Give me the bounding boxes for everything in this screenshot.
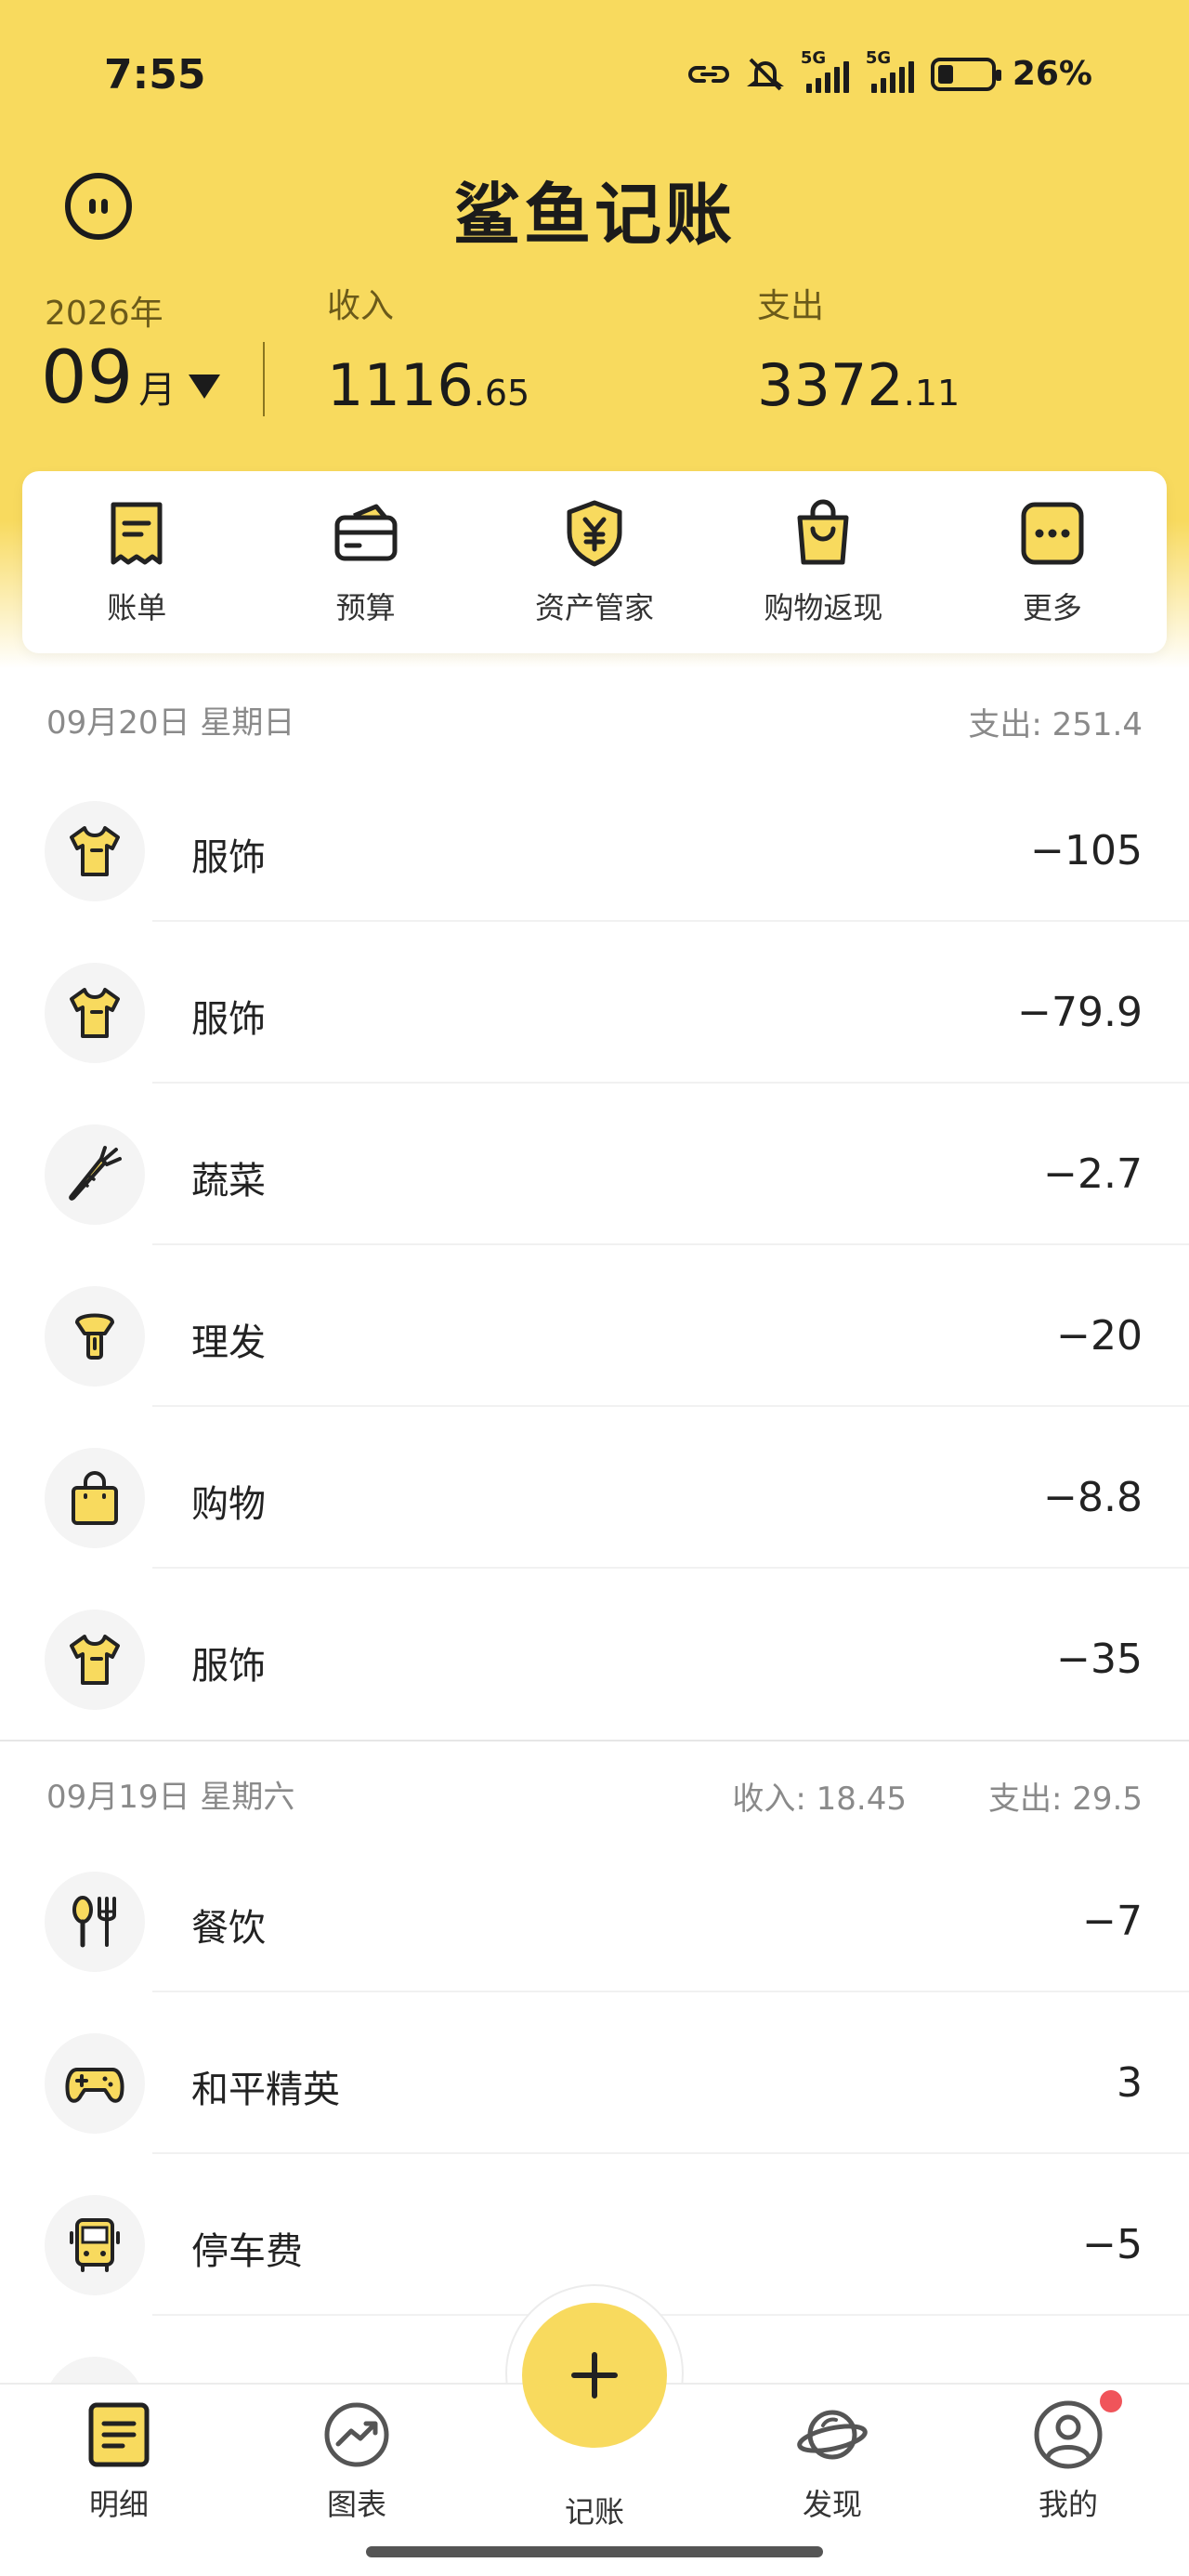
category-label: 蔬菜 bbox=[191, 1160, 266, 1203]
notification-badge bbox=[1100, 2390, 1122, 2412]
bag-icon bbox=[45, 1448, 145, 1548]
wallet-icon bbox=[334, 504, 398, 561]
quick-menu: 账单 预算 资产管家 购物返现 更多 bbox=[22, 471, 1167, 653]
list-item[interactable]: 购物 −8.8 bbox=[0, 1407, 1189, 1569]
category-label: 餐饮 bbox=[191, 1907, 266, 1950]
day-date: 09月20日 星期日 bbox=[46, 704, 295, 742]
header-divider bbox=[263, 342, 265, 416]
expense-label: 支出 bbox=[757, 287, 825, 325]
quick-item-bill[interactable]: 账单 bbox=[22, 471, 251, 653]
category-label: 停车费 bbox=[191, 2230, 303, 2273]
battery-icon bbox=[930, 57, 1001, 91]
plus-icon bbox=[571, 2352, 618, 2399]
amount: −35 bbox=[1056, 1636, 1143, 1683]
quick-item-assets[interactable]: 资产管家 bbox=[480, 471, 709, 653]
day-income: 收入: 18.45 bbox=[732, 1781, 907, 1818]
planet-icon bbox=[797, 2410, 868, 2460]
category-label: 购物 bbox=[191, 1483, 266, 1526]
month-number: 09 bbox=[41, 336, 134, 420]
status-icons: 5G 5G 26% bbox=[687, 48, 1092, 93]
list-item[interactable]: 服饰 −79.9 bbox=[0, 922, 1189, 1084]
quick-item-cashback[interactable]: 购物返现 bbox=[709, 471, 937, 653]
bus-icon bbox=[45, 2195, 145, 2295]
detail-icon bbox=[88, 2402, 150, 2467]
category-label: 理发 bbox=[191, 1321, 266, 1364]
nav-discover[interactable]: 发现 bbox=[758, 2398, 907, 2524]
nav-record-label: 记账 bbox=[564, 2494, 624, 2530]
list-item[interactable]: 蔬菜 −2.7 bbox=[0, 1084, 1189, 1245]
nav-profile[interactable]: 我的 bbox=[994, 2398, 1143, 2524]
chart-icon bbox=[324, 2402, 389, 2467]
day-divider bbox=[0, 1740, 1189, 1741]
amount: −8.8 bbox=[1043, 1474, 1143, 1521]
quick-item-budget[interactable]: 预算 bbox=[251, 471, 479, 653]
tshirt-icon bbox=[45, 1610, 145, 1710]
profile-icon bbox=[1034, 2400, 1103, 2469]
day-header: 09月20日 星期日 支出: 251.4 bbox=[0, 688, 1189, 753]
amount: −105 bbox=[1030, 827, 1143, 874]
shield-yen-icon bbox=[567, 500, 622, 567]
amount: −79.9 bbox=[1017, 989, 1143, 1036]
day-expense: 支出: 29.5 bbox=[988, 1781, 1143, 1818]
expense-total: 3372.11 bbox=[757, 351, 960, 419]
caret-down-icon bbox=[189, 375, 221, 399]
list-item[interactable]: 服饰 −35 bbox=[0, 1569, 1189, 1730]
day-date: 09月19日 星期六 bbox=[46, 1779, 295, 1816]
bill-icon bbox=[111, 502, 163, 565]
month-unit: 月 bbox=[138, 369, 176, 412]
amount: −20 bbox=[1056, 1312, 1143, 1360]
amount: −7 bbox=[1082, 1898, 1143, 1945]
app-title: 鲨鱼记账 bbox=[452, 176, 736, 254]
gamepad-icon bbox=[45, 2033, 145, 2134]
shopping-bag-icon bbox=[797, 499, 849, 565]
signal-1-icon: 5G bbox=[801, 48, 849, 93]
day-expense: 支出: 251.4 bbox=[968, 706, 1143, 743]
battery-percent: 26% bbox=[1012, 55, 1092, 93]
nav-chart[interactable]: 图表 bbox=[282, 2398, 431, 2524]
list-item[interactable]: 餐饮 −7 bbox=[0, 1831, 1189, 1992]
category-label: 服饰 bbox=[191, 998, 266, 1041]
list-item[interactable]: 理发 −20 bbox=[0, 1245, 1189, 1407]
list-item[interactable]: 和平精英 3 bbox=[0, 1992, 1189, 2154]
hairdryer-icon bbox=[45, 1286, 145, 1387]
category-label: 和平精英 bbox=[191, 2069, 340, 2111]
category-label: 服饰 bbox=[191, 836, 266, 879]
add-record-button[interactable] bbox=[522, 2303, 667, 2448]
amount: −5 bbox=[1082, 2221, 1143, 2268]
status-bar: 7:55 5G 5G 26% bbox=[0, 48, 1189, 107]
tshirt-icon bbox=[45, 963, 145, 1063]
more-icon bbox=[1021, 502, 1084, 565]
carrot-icon bbox=[45, 1124, 145, 1225]
month-selector[interactable]: 09 月 bbox=[41, 336, 221, 420]
income-label: 收入 bbox=[327, 287, 395, 325]
signal-2-icon: 5G bbox=[866, 48, 914, 93]
tshirt-icon bbox=[45, 801, 145, 901]
list-item[interactable]: 服饰 −105 bbox=[0, 760, 1189, 922]
status-time: 7:55 bbox=[104, 51, 206, 99]
link-icon bbox=[687, 65, 729, 83]
mute-bell-icon bbox=[746, 58, 784, 90]
amount: 3 bbox=[1117, 2059, 1143, 2107]
income-total: 1116.65 bbox=[327, 351, 530, 419]
nav-detail[interactable]: 明细 bbox=[45, 2398, 193, 2524]
home-indicator[interactable] bbox=[366, 2546, 823, 2557]
utensils-icon bbox=[45, 1872, 145, 1972]
amount: −2.7 bbox=[1043, 1150, 1143, 1198]
year-label: 2026年 bbox=[45, 295, 163, 333]
day-header: 09月19日 星期六 收入: 18.45 支出: 29.5 bbox=[0, 1762, 1189, 1827]
category-label: 服饰 bbox=[191, 1645, 266, 1688]
quick-item-more[interactable]: 更多 bbox=[938, 471, 1167, 653]
